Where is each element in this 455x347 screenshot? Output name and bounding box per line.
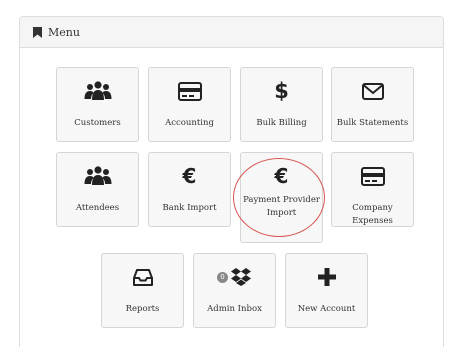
customers-button[interactable]: Customers <box>56 67 139 142</box>
reports-button[interactable]: Reports <box>101 253 184 328</box>
page: Menu Customers Accounting $ Bulk Billing… <box>0 0 455 347</box>
plus-icon <box>317 268 336 286</box>
tile-label: Attendees <box>75 203 120 213</box>
envelope-icon <box>361 82 384 100</box>
bank-import-button[interactable]: € Bank Import <box>148 152 231 227</box>
tile-label: Admin Inbox <box>207 304 262 314</box>
attendees-button[interactable]: Attendees <box>56 152 139 227</box>
tile-label: Bank Import <box>162 203 217 213</box>
tile-label: New Account <box>297 304 356 314</box>
bulk-statements-button[interactable]: Bulk Statements <box>331 67 414 142</box>
company-expenses-button[interactable]: Company Expenses <box>331 152 414 227</box>
tile-label: Company Expenses <box>352 203 393 226</box>
users-icon <box>84 166 111 185</box>
dropbox-icon <box>231 268 251 286</box>
credit-card-icon <box>360 166 385 186</box>
tile-label: Reports <box>125 304 160 314</box>
panel-heading: Menu <box>20 17 443 48</box>
count-badge: 0 <box>217 271 228 283</box>
users-icon <box>84 81 111 100</box>
tile-label: Customers <box>74 118 121 128</box>
bulk-billing-button[interactable]: $ Bulk Billing <box>240 67 323 142</box>
dollar-icon: $ <box>274 78 289 103</box>
accounting-button[interactable]: Accounting <box>148 67 231 142</box>
credit-card-icon <box>177 81 202 101</box>
payment-provider-import-button[interactable]: € Payment Provider Import <box>240 152 323 243</box>
tile-label: Bulk Statements <box>336 118 409 128</box>
panel-title: Menu <box>48 25 80 39</box>
admin-inbox-button[interactable]: 0 Admin Inbox <box>193 253 276 328</box>
inbox-icon <box>132 268 153 286</box>
tile-label: Payment Provider Import <box>243 195 320 218</box>
tile-label: Accounting <box>165 118 214 128</box>
euro-icon: € <box>182 164 197 188</box>
bookmark-icon <box>33 26 42 38</box>
new-account-button[interactable]: New Account <box>285 253 368 328</box>
euro-icon: € <box>274 164 289 188</box>
tile-label: Bulk Billing <box>256 118 307 128</box>
